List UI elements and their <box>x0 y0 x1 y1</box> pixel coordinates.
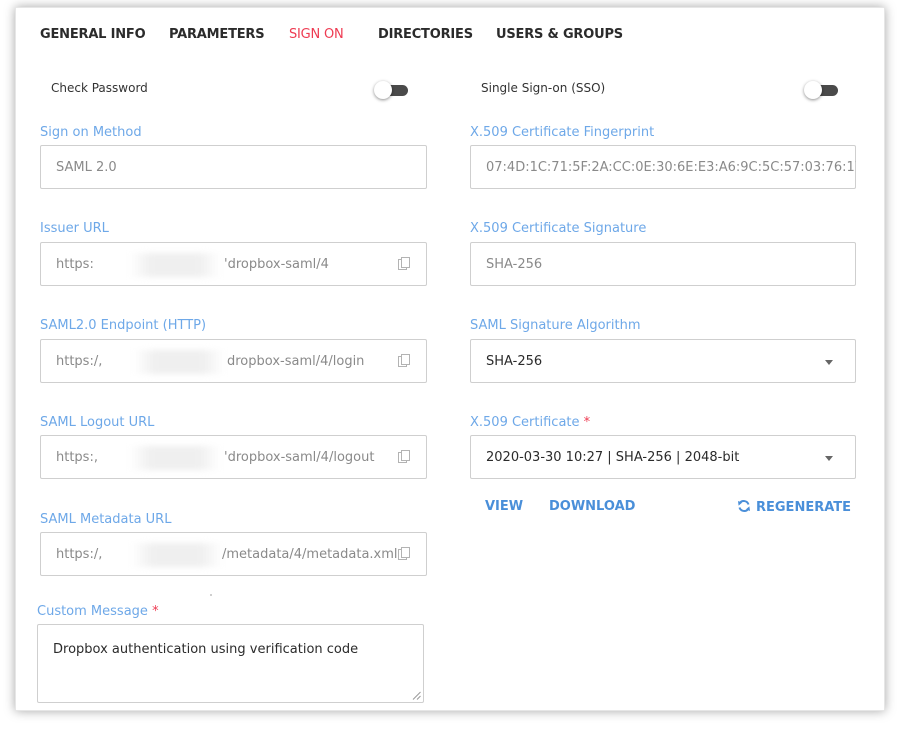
check-password-toggle[interactable] <box>374 81 408 99</box>
issuer-url-label: Issuer URL <box>40 221 109 236</box>
copy-icon[interactable] <box>398 257 410 271</box>
tab-directories[interactable]: DIRECTORIES <box>378 27 473 42</box>
fingerprint-label: X.509 Certificate Fingerprint <box>470 125 655 140</box>
saml-logout-label: SAML Logout URL <box>40 415 155 430</box>
resize-handle-icon[interactable] <box>412 691 421 700</box>
fingerprint-value: 07:4D:1C:71:5F:2A:CC:0E:30:6E:E3:A6:9C:5… <box>486 160 856 175</box>
download-link[interactable]: DOWNLOAD <box>549 499 635 514</box>
algorithm-value: SHA-256 <box>486 354 543 369</box>
signature-field[interactable]: SHA-256 <box>470 242 856 286</box>
sign-on-method-field[interactable]: SAML 2.0 <box>40 145 427 189</box>
custom-message-value: Dropbox authentication using verificatio… <box>53 642 359 657</box>
sign-on-panel: GENERAL INFO PARAMETERS SIGN ON DIRECTOR… <box>15 7 885 711</box>
regenerate-button[interactable]: REGENERATE <box>737 499 851 515</box>
saml-endpoint-label: SAML2.0 Endpoint (HTTP) <box>40 318 207 333</box>
issuer-url-prefix: https: <box>56 257 94 272</box>
tab-general-info[interactable]: GENERAL INFO <box>40 27 146 42</box>
copy-icon[interactable] <box>398 547 410 561</box>
saml-logout-suffix: 'dropbox-saml/4/logout <box>224 450 375 465</box>
tab-users-groups[interactable]: USERS & GROUPS <box>496 27 623 42</box>
saml-endpoint-field[interactable]: https:/, dropbox-saml/4/login <box>40 339 427 383</box>
copy-icon[interactable] <box>398 450 410 464</box>
refresh-icon <box>738 500 750 512</box>
custom-message-textarea[interactable]: Dropbox authentication using verificatio… <box>37 624 424 703</box>
saml-logout-field[interactable]: https:, 'dropbox-saml/4/logout <box>40 435 427 479</box>
check-password-label: Check Password <box>51 81 148 95</box>
regenerate-label: REGENERATE <box>756 500 852 515</box>
saml-endpoint-prefix: https:/, <box>56 354 103 369</box>
redacted-host <box>129 446 221 470</box>
sign-on-method-label: Sign on Method <box>40 125 142 140</box>
fingerprint-field[interactable]: 07:4D:1C:71:5F:2A:CC:0E:30:6E:E3:A6:9C:5… <box>470 145 856 189</box>
issuer-url-suffix: 'dropbox-saml/4 <box>224 257 329 272</box>
certificate-select[interactable]: 2020-03-30 10:27 | SHA-256 | 2048-bit <box>470 435 856 479</box>
divider-dot <box>210 594 212 596</box>
certificate-value: 2020-03-30 10:27 | SHA-256 | 2048-bit <box>486 450 740 465</box>
tab-parameters[interactable]: PARAMETERS <box>169 27 265 42</box>
required-mark: * <box>152 604 159 619</box>
issuer-url-field[interactable]: https: 'dropbox-saml/4 <box>40 242 427 286</box>
redacted-host <box>129 253 221 277</box>
copy-icon[interactable] <box>398 354 410 368</box>
toggle-knob <box>804 81 822 99</box>
algorithm-select[interactable]: SHA-256 <box>470 339 856 383</box>
custom-message-label: Custom Message * <box>37 604 159 619</box>
chevron-down-icon <box>825 360 833 365</box>
saml-metadata-prefix: https:/, <box>56 547 103 562</box>
required-mark: * <box>583 415 591 430</box>
certificate-label: X.509 Certificate * <box>470 415 591 430</box>
saml-endpoint-suffix: dropbox-saml/4/login <box>227 354 365 369</box>
sso-label: Single Sign-on (SSO) <box>481 81 606 95</box>
redacted-host <box>133 350 225 374</box>
saml-metadata-suffix: /metadata/4/metadata.xml <box>222 547 398 562</box>
sign-on-method-value: SAML 2.0 <box>56 160 117 175</box>
tab-sign-on[interactable]: SIGN ON <box>289 27 344 42</box>
redacted-host <box>131 543 223 567</box>
algorithm-label: SAML Signature Algorithm <box>470 318 641 333</box>
saml-logout-prefix: https:, <box>56 450 98 465</box>
saml-metadata-field[interactable]: https:/, /metadata/4/metadata.xml <box>40 532 427 576</box>
signature-value: SHA-256 <box>486 257 543 272</box>
tab-bar: GENERAL INFO PARAMETERS SIGN ON DIRECTOR… <box>16 8 884 48</box>
toggle-knob <box>374 81 392 99</box>
signature-label: X.509 Certificate Signature <box>470 221 647 236</box>
view-link[interactable]: VIEW <box>485 499 523 514</box>
sso-toggle[interactable] <box>804 81 838 99</box>
chevron-down-icon <box>825 456 833 461</box>
saml-metadata-label: SAML Metadata URL <box>40 512 172 527</box>
